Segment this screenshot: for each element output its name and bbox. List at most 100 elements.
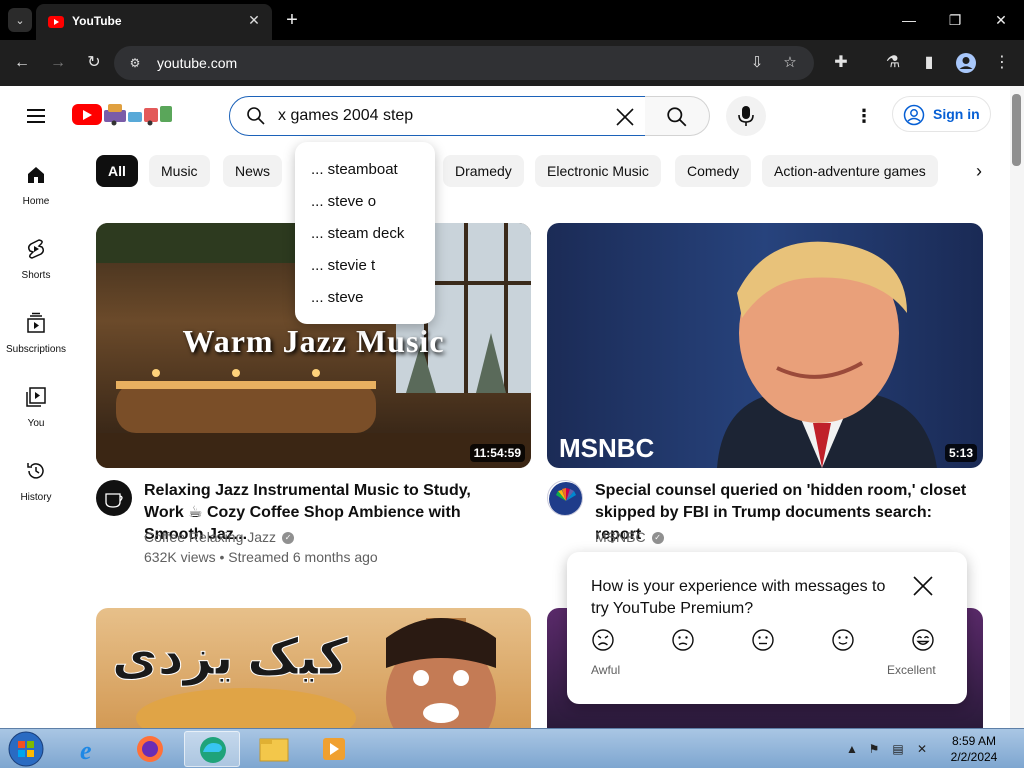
taskbar-internet-explorer[interactable]: e bbox=[62, 731, 118, 767]
taskbar-edge[interactable] bbox=[184, 731, 240, 767]
search-suggestion[interactable]: ... steam deck bbox=[295, 218, 435, 250]
search-submit-icon bbox=[667, 107, 687, 127]
clock-time: 8:59 AM bbox=[951, 734, 997, 748]
address-bar[interactable]: ⚙ youtube.com ⇩ ☆ bbox=[114, 46, 814, 80]
clock-date: 2/2/2024 bbox=[950, 750, 998, 764]
youtube-favicon-icon bbox=[48, 16, 64, 28]
shorts-icon bbox=[27, 239, 45, 259]
search-suggestion[interactable]: ... steve bbox=[295, 282, 435, 314]
network-icon[interactable]: ▤ bbox=[890, 741, 906, 757]
sidebar-label-you: You bbox=[27, 418, 45, 429]
search-input[interactable] bbox=[278, 105, 598, 127]
search-suggestion[interactable]: ... steamboat bbox=[295, 154, 435, 186]
sidebar-label-subscriptions: Subscriptions bbox=[5, 344, 67, 355]
sidebar-item-shorts[interactable]: Shorts bbox=[0, 238, 72, 308]
new-tab-button[interactable]: + bbox=[282, 8, 302, 32]
folder-icon bbox=[259, 738, 289, 762]
menu-hamburger-icon[interactable] bbox=[22, 102, 50, 130]
sign-in-button[interactable]: Sign in bbox=[892, 96, 991, 132]
back-arrow-icon[interactable]: ← bbox=[9, 50, 35, 76]
neutral-face-icon[interactable] bbox=[751, 628, 775, 652]
taskbar-file-explorer[interactable] bbox=[246, 731, 302, 767]
history-icon bbox=[27, 463, 44, 479]
doodle-logo-icon[interactable] bbox=[102, 100, 174, 126]
bad-face-icon[interactable] bbox=[671, 628, 695, 652]
chip-action-adventure-games[interactable]: Action-adventure games bbox=[762, 155, 938, 187]
labs-icon[interactable]: ⚗ bbox=[880, 50, 906, 76]
reload-icon[interactable]: ↻ bbox=[81, 50, 107, 76]
chip-news[interactable]: News bbox=[223, 155, 283, 187]
clear-search-icon[interactable] bbox=[611, 103, 639, 131]
verified-badge-icon: ✓ bbox=[651, 532, 664, 545]
browser-menu-icon[interactable]: ⋮ bbox=[989, 50, 1015, 76]
video-meta: 632K views • Streamed 6 months ago bbox=[144, 549, 378, 565]
restore-button[interactable]: ❐ bbox=[940, 8, 970, 32]
chevron-right-icon[interactable]: › bbox=[966, 158, 992, 184]
close-icon[interactable] bbox=[911, 574, 935, 598]
forward-arrow-icon[interactable]: → bbox=[45, 50, 71, 76]
home-icon bbox=[28, 167, 44, 183]
channel-name-row[interactable]: Coffee Relaxing Jazz ✓ bbox=[144, 529, 295, 545]
sidebar-label-home: Home bbox=[22, 196, 50, 207]
good-face-icon[interactable] bbox=[831, 628, 855, 652]
video-duration: 5:13 bbox=[944, 444, 977, 462]
sidebar-item-home[interactable]: Home bbox=[0, 164, 72, 234]
page-scrollbar-track[interactable] bbox=[1010, 86, 1024, 728]
excellent-face-icon[interactable] bbox=[911, 628, 935, 652]
show-hidden-icons[interactable]: ▲ bbox=[844, 741, 860, 757]
coffee-cup-icon bbox=[105, 493, 123, 508]
site-info-icon[interactable]: ⚙ bbox=[124, 52, 146, 74]
windows-taskbar: e ▲ ⚑ ▤ ✕ 8:59 AM 2/2/2024 bbox=[0, 728, 1024, 768]
profile-icon[interactable] bbox=[953, 50, 979, 76]
page-scrollbar-thumb[interactable] bbox=[1012, 94, 1021, 166]
taskbar-media-player[interactable] bbox=[306, 731, 362, 767]
chip-dramedy[interactable]: Dramedy bbox=[443, 155, 524, 187]
chip-comedy[interactable]: Comedy bbox=[675, 155, 752, 187]
tab-close-icon[interactable]: ✕ bbox=[244, 10, 264, 30]
search-suggestion[interactable]: ... stevie t bbox=[295, 250, 435, 282]
video-thumbnail[interactable]: MSNBC 5:13 bbox=[547, 223, 983, 468]
survey-question: How is your experience with messages to … bbox=[591, 578, 886, 617]
action-center-flag-icon[interactable]: ⚑ bbox=[866, 741, 882, 757]
tab-search-button[interactable]: ⌄ bbox=[8, 8, 32, 32]
subscriptions-icon bbox=[27, 312, 45, 333]
video-thumbnail[interactable]: کیک یزدی bbox=[96, 608, 531, 728]
channel-avatar[interactable] bbox=[547, 480, 583, 516]
install-app-icon[interactable]: ⇩ bbox=[746, 52, 768, 74]
search-field-container[interactable] bbox=[229, 96, 646, 136]
search-icon bbox=[247, 107, 265, 125]
thumbnail-title-text: Warm Jazz Music bbox=[182, 323, 445, 359]
close-window-button[interactable]: ✕ bbox=[986, 8, 1016, 32]
side-panel-icon[interactable]: ▮ bbox=[916, 50, 942, 76]
bookmark-star-icon[interactable]: ☆ bbox=[779, 52, 801, 74]
minimize-button[interactable]: — bbox=[894, 8, 924, 32]
url-text: youtube.com bbox=[157, 55, 238, 71]
voice-search-button[interactable] bbox=[726, 96, 766, 136]
rating-label-high: Excellent bbox=[887, 663, 936, 677]
chip-electronic-music[interactable]: Electronic Music bbox=[535, 155, 661, 187]
channel-avatar[interactable] bbox=[96, 480, 132, 516]
youtube-logo-icon[interactable] bbox=[72, 104, 102, 125]
more-options-icon[interactable]: ⋮ bbox=[852, 104, 876, 128]
channel-name-row[interactable]: MSNBC ✓ bbox=[595, 529, 664, 545]
sidebar-item-subscriptions[interactable]: Subscriptions bbox=[0, 312, 72, 382]
chip-music[interactable]: Music bbox=[149, 155, 210, 187]
chip-all[interactable]: All bbox=[96, 155, 138, 187]
awful-face-icon[interactable] bbox=[591, 628, 615, 652]
internet-explorer-icon: e bbox=[80, 736, 92, 765]
sidebar-item-history[interactable]: History bbox=[0, 460, 72, 530]
search-suggestion[interactable]: ... steve o bbox=[295, 186, 435, 218]
channel-name[interactable]: Coffee Relaxing Jazz bbox=[144, 529, 276, 545]
taskbar-clock[interactable]: 8:59 AM 2/2/2024 bbox=[944, 733, 1004, 765]
nbc-peacock-icon bbox=[549, 482, 582, 515]
volume-muted-icon[interactable]: ✕ bbox=[914, 741, 930, 757]
youtube-masthead: ⋮ Sign in bbox=[0, 86, 1024, 146]
search-suggestions-dropdown: ... steamboat ... steve o ... steam deck… bbox=[295, 142, 435, 324]
start-button-icon[interactable] bbox=[6, 731, 46, 767]
search-button[interactable] bbox=[645, 96, 710, 136]
taskbar-firefox[interactable] bbox=[122, 731, 178, 767]
extensions-icon[interactable]: ✚ bbox=[828, 50, 854, 76]
channel-name[interactable]: MSNBC bbox=[595, 529, 646, 545]
browser-tab[interactable]: YouTube ✕ bbox=[36, 4, 272, 40]
sidebar-item-you[interactable]: You bbox=[0, 386, 72, 456]
